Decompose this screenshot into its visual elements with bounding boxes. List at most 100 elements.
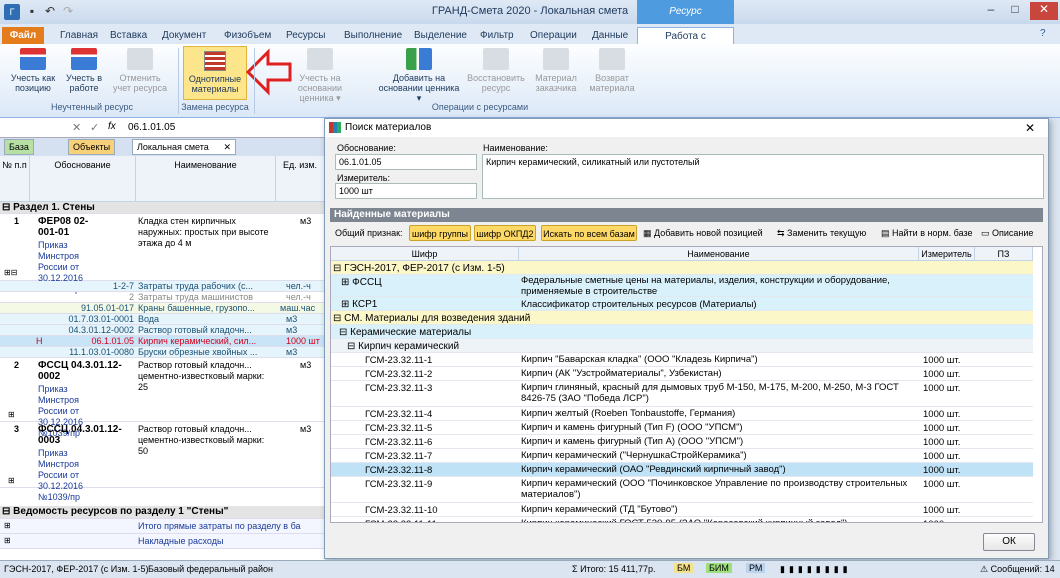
tree-node[interactable]: ⊟ ГЭСН-2017, ФЕР-2017 (с Изм. 1-5) xyxy=(331,261,1033,275)
customer-material-button[interactable]: Материал заказчика xyxy=(530,48,582,93)
close-tab-icon[interactable]: ✕ xyxy=(223,142,231,153)
return-icon xyxy=(599,48,625,70)
expand-icon[interactable]: ⊞ xyxy=(4,536,11,545)
table-row[interactable]: 2 ФССЦ 04.3.01.12-0002 Приказ Минстроя Р… xyxy=(0,358,325,438)
dialog-close-icon[interactable]: ✕ xyxy=(1025,121,1035,135)
expand-icon[interactable]: ⊟ xyxy=(2,506,13,517)
table-row[interactable]: 1 ФЕР08 02-001-01 Приказ Минстроя России… xyxy=(0,214,325,294)
table-row[interactable]: 2 Затраты труда машинистов чел.-ч xyxy=(0,292,325,303)
expand-icon[interactable]: ⊞ xyxy=(341,277,352,288)
add-new-position-button[interactable]: ▦ Добавить новой позицией xyxy=(643,228,763,239)
tab-filter[interactable]: Фильтр xyxy=(476,27,518,44)
formula-input[interactable]: 06.1.01.05 xyxy=(128,122,175,133)
section-row[interactable]: ⊟ Раздел 1. Стены xyxy=(0,202,325,214)
expand-icon[interactable]: ⊞⊟ xyxy=(4,268,17,277)
name-field[interactable]: Кирпич керамический, силикатный или пуст… xyxy=(482,154,1044,199)
tab-operations[interactable]: Операции xyxy=(526,27,581,44)
rm-toggle[interactable]: РМ xyxy=(746,563,766,573)
material-row[interactable]: ГСМ-23.32.11-8 Кирпич керамический (ОАО "… xyxy=(331,463,1033,477)
bm-toggle[interactable]: БМ xyxy=(674,563,694,573)
tab-document[interactable]: Документ xyxy=(158,27,210,44)
tab-selection[interactable]: Выделение xyxy=(410,27,471,44)
material-row[interactable]: ГСМ-23.32.11-3 Кирпич глиняный, красный д… xyxy=(331,381,1033,407)
table-row[interactable]: 3 ФССЦ 04.3.01.12-0003 Приказ Минстроя Р… xyxy=(0,422,325,502)
bim-toggle[interactable]: БИМ xyxy=(706,563,732,573)
tab-file[interactable]: Файл xyxy=(2,27,44,44)
tab-local-estimate[interactable]: Локальная смета ✕ xyxy=(132,139,236,155)
section-row[interactable]: ⊟ Ведомость ресурсов по разделу 1 "Стены… xyxy=(0,506,325,519)
cancel-resource-count-button[interactable]: Отменить учет ресурса xyxy=(110,48,170,93)
tab-objects[interactable]: Объекты xyxy=(68,139,116,155)
material-row[interactable]: ГСМ-23.32.11-9 Кирпич керамический (ООО "… xyxy=(331,477,1033,503)
okpd2-code-button[interactable]: шифр ОКПД2 xyxy=(474,225,536,241)
material-row[interactable]: ГСМ-23.32.11-5 Кирпич и камень фигурный (… xyxy=(331,421,1033,435)
material-row[interactable]: ГСМ-23.32.11-2 Кирпич (АК "Узстройматериа… xyxy=(331,367,1033,381)
measure-field[interactable]: 1000 шт xyxy=(335,183,477,199)
return-material-button[interactable]: Возврат материала xyxy=(586,48,638,93)
collapse-icon[interactable]: ⊟ xyxy=(333,313,344,324)
material-row[interactable]: ГСМ-23.32.11-6 Кирпич и камень фигурный (… xyxy=(331,435,1033,449)
table-row[interactable]: 01.7.03.01-0001 Вода м3 xyxy=(0,314,325,325)
group-code-button[interactable]: шифр группы xyxy=(409,225,471,241)
description-button[interactable]: ▭ Описание xyxy=(981,228,1033,239)
count-as-position-button[interactable]: Учесть как позицию xyxy=(8,48,58,93)
tree-node[interactable]: ⊞ ФССЦ Федеральные сметные цены на матер… xyxy=(331,275,1033,297)
cancel-edit-icon[interactable]: ✕ xyxy=(72,121,81,134)
find-in-base-button[interactable]: ▤ Найти в норм. базе xyxy=(881,228,973,239)
table-row[interactable]: 11.1.03.01-0080 Бруски обрезные хвойных … xyxy=(0,347,325,358)
row-order-link[interactable]: Приказ Минстроя России от 30.12.2016 №10… xyxy=(38,448,102,503)
table-row[interactable]: 04.3.01.12-0002 Раствор готовый кладочн.… xyxy=(0,325,325,336)
similar-materials-button[interactable]: Однотипные материалы xyxy=(183,46,247,100)
table-row[interactable]: ⊞ Итого прямые затраты по разделу в ба xyxy=(0,519,325,534)
tab-physvolume[interactable]: Физобъем xyxy=(220,27,275,44)
restore-icon xyxy=(483,48,509,70)
expand-icon[interactable]: ⊞ xyxy=(8,476,15,485)
material-row[interactable]: ГСМ-23.32.11-1 Кирпич "Баварская кладка" … xyxy=(331,353,1033,367)
material-row[interactable]: ГСМ-23.32.11-7 Кирпич керамический ("Черн… xyxy=(331,449,1033,463)
tree-node[interactable]: ⊟ СМ. Материалы для возведения зданий xyxy=(331,311,1033,325)
tab-work-with-resource[interactable]: Работа с ресурсом xyxy=(637,27,734,53)
material-row[interactable]: ГСМ-23.32.11-10 Кирпич керамический (ТД "… xyxy=(331,503,1033,517)
replace-current-button[interactable]: ⇆ Заменить текущую xyxy=(777,228,866,239)
collapse-icon[interactable]: ⊟ xyxy=(333,263,344,274)
count-by-price-button[interactable]: Учесть на основании ценника ▾ xyxy=(288,48,352,103)
table-row-selected[interactable]: Н 06.1.01.05 Кирпич керамический, сил...… xyxy=(0,336,325,347)
material-row[interactable]: ГСМ-23.32.11-11 Кирпич керамический ГОСТ … xyxy=(331,517,1033,522)
status-toolbar-icons[interactable]: ▮▮▮▮▮▮▮▮ xyxy=(780,564,852,575)
maximize-button[interactable]: □ xyxy=(1004,2,1026,20)
tab-base[interactable]: База xyxy=(4,139,34,155)
help-icon[interactable]: ? xyxy=(1040,28,1046,39)
tab-execution[interactable]: Выполнение xyxy=(340,27,406,44)
row-code: 04.3.01.12-0002 xyxy=(68,325,134,335)
minimize-button[interactable]: – xyxy=(980,2,1002,20)
restore-resource-button[interactable]: Восстановить ресурс xyxy=(466,48,526,93)
table-row[interactable]: 91.05.01-017 Краны башенные, грузопо... … xyxy=(0,303,325,314)
status-messages[interactable]: ⚠ Сообщений: 14 xyxy=(980,564,1055,575)
search-all-bases-button[interactable]: Искать по всем базам xyxy=(541,225,637,241)
expand-icon[interactable]: ⊞ xyxy=(8,410,15,419)
table-row[interactable]: ⊞ Накладные расходы xyxy=(0,534,325,549)
close-button[interactable]: ✕ xyxy=(1030,2,1058,20)
tab-home[interactable]: Главная xyxy=(56,27,102,44)
expand-icon[interactable]: ⊞ xyxy=(341,299,352,310)
confirm-edit-icon[interactable]: ✓ xyxy=(90,121,99,134)
formula-bar: ✕ ✓ fx 06.1.01.05 xyxy=(0,118,325,138)
count-in-work-button[interactable]: Учесть в работе xyxy=(62,48,106,93)
tree-node[interactable]: ⊞ КСР1 Классификатор строительных ресурс… xyxy=(331,297,1033,311)
table-row[interactable]: 1-2-7 Затраты труда рабочих (с... чел.-ч xyxy=(0,281,325,292)
ok-button[interactable]: ОК xyxy=(983,533,1035,551)
tree-node[interactable]: ⊟ Кирпич керамический xyxy=(331,339,1033,353)
add-by-price-button[interactable]: Добавить на основании ценника ▾ xyxy=(378,48,460,103)
material-row[interactable]: ГСМ-23.32.11-4 Кирпич желтый (Roeben Tonb… xyxy=(331,407,1033,421)
tree-node[interactable]: ⊟ Керамические материалы xyxy=(331,325,1033,339)
dialog-app-icon xyxy=(329,122,341,133)
collapse-icon[interactable]: ⊟ xyxy=(339,327,350,338)
tab-data[interactable]: Данные xyxy=(588,27,632,44)
collapse-icon[interactable]: ⊟ xyxy=(347,341,358,352)
tab-insert[interactable]: Вставка xyxy=(106,27,151,44)
tab-resources[interactable]: Ресурсы xyxy=(282,27,329,44)
material-code: ГСМ-23.32.11-5 xyxy=(365,423,433,434)
expand-icon[interactable]: ⊞ xyxy=(4,521,11,530)
section-expand-icon[interactable]: ⊟ xyxy=(2,202,13,213)
basis-field[interactable]: 06.1.01.05 xyxy=(335,154,477,170)
